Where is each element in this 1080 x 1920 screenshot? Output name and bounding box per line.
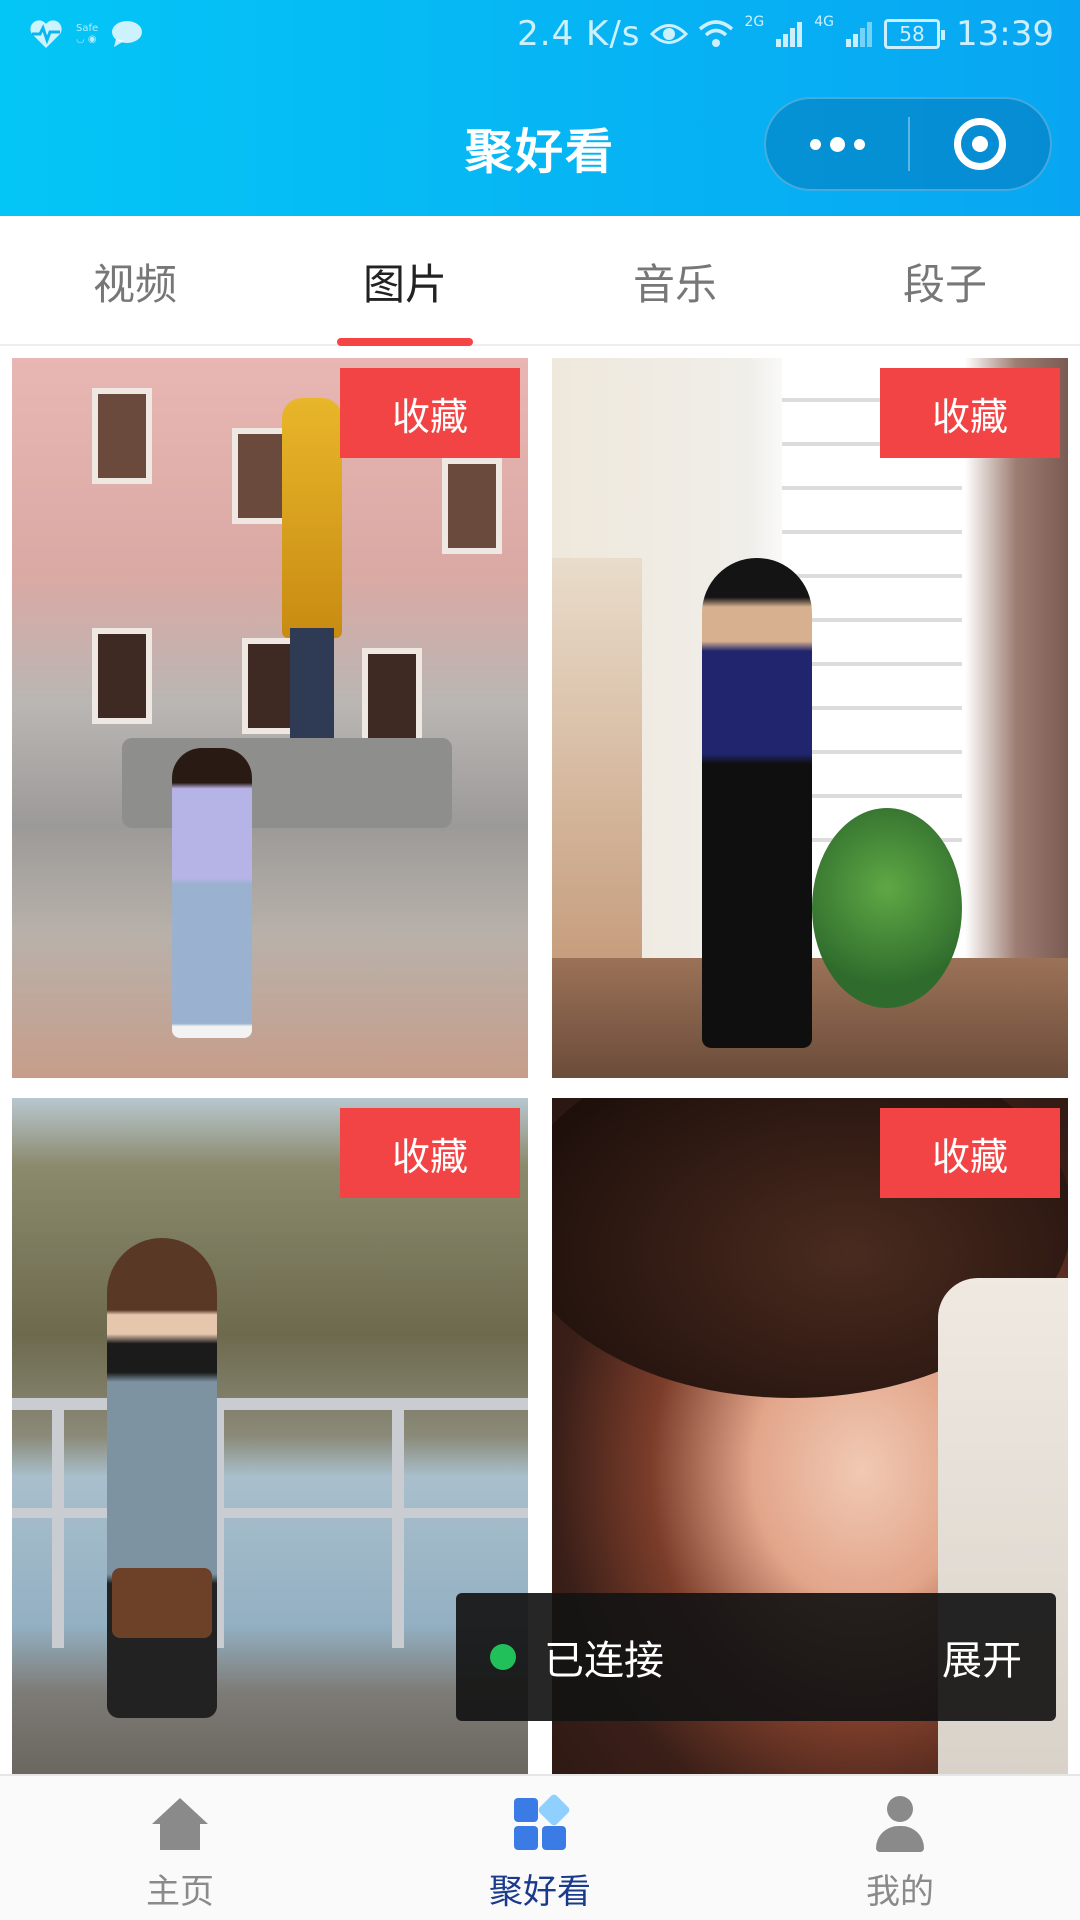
photo-woman-by-white-wall <box>552 358 1068 1078</box>
favorite-button[interactable]: 收藏 <box>340 368 520 458</box>
connection-status-text: 已连接 <box>544 1638 664 1684</box>
app-header: Safe ◡ ◉ 2.4 K/s 2G 4G 58 13:39 聚好看 <box>0 0 1080 216</box>
miniprogram-capsule <box>764 97 1052 191</box>
expand-button[interactable]: 展开 <box>942 1628 1022 1686</box>
more-dot-icon <box>829 136 845 152</box>
safe-text: Safe <box>76 23 99 34</box>
target-close-icon <box>954 118 1006 170</box>
signal-icon-2 <box>846 22 873 47</box>
favorite-button[interactable]: 收藏 <box>340 1108 520 1198</box>
tab-video[interactable]: 视频 <box>0 216 270 346</box>
chat-bubble-icon <box>112 21 143 47</box>
status-left-icons: Safe ◡ ◉ <box>28 18 144 50</box>
connection-toast: 已连接 展开 <box>456 1593 1056 1721</box>
signal-icon <box>776 22 803 47</box>
tabbar-label: 我的 <box>866 1872 934 1912</box>
category-tabs: 视频 图片 音乐 段子 <box>0 216 1080 346</box>
tab-music[interactable]: 音乐 <box>540 216 810 346</box>
profile-icon <box>870 1794 930 1854</box>
battery-icon: 58 <box>884 19 946 49</box>
tabbar-label: 聚好看 <box>489 1872 591 1912</box>
status-bar: Safe ◡ ◉ 2.4 K/s 2G 4G 58 13:39 <box>0 0 1080 74</box>
network-4g-label: 4G <box>814 14 835 30</box>
image-grid: 收藏 收藏 收藏 收藏 <box>0 346 1080 1774</box>
grid-icon <box>510 1793 571 1854</box>
connected-status-dot-icon <box>490 1644 516 1670</box>
network-2g-label: 2G <box>744 14 765 30</box>
tabbar-item-home[interactable]: 主页 <box>0 1776 360 1920</box>
photo-woman-by-fountain <box>12 358 528 1078</box>
image-card[interactable]: 收藏 <box>552 358 1068 1078</box>
tab-jokes[interactable]: 段子 <box>810 216 1080 346</box>
clock: 13:39 <box>956 14 1054 54</box>
heartbeat-icon <box>30 20 62 48</box>
network-speed: 2.4 K/s <box>517 14 641 54</box>
tabbar-item-me[interactable]: 我的 <box>720 1776 1080 1920</box>
more-dot-icon <box>809 138 821 150</box>
tab-label: 段子 <box>902 259 987 309</box>
tab-label: 图片 <box>362 259 447 309</box>
favorite-button[interactable]: 收藏 <box>880 1108 1060 1198</box>
tab-label: 音乐 <box>632 259 717 309</box>
tabbar-label: 主页 <box>146 1872 214 1912</box>
photo-woman-by-lake <box>12 1098 528 1774</box>
close-button[interactable] <box>910 99 1050 189</box>
favorite-button[interactable]: 收藏 <box>880 368 1060 458</box>
more-button[interactable] <box>766 99 908 189</box>
image-card[interactable]: 收藏 <box>12 358 528 1078</box>
image-card[interactable]: 收藏 <box>12 1098 528 1774</box>
tabbar-item-juhaokan[interactable]: 聚好看 <box>360 1776 720 1920</box>
battery-level: 58 <box>899 22 925 46</box>
eye-icon <box>650 24 689 44</box>
tab-pictures[interactable]: 图片 <box>270 216 540 346</box>
home-icon <box>150 1794 210 1854</box>
active-tab-indicator <box>337 338 473 346</box>
bottom-tab-bar: 主页 聚好看 我的 <box>0 1774 1080 1920</box>
safe-icon: Safe ◡ ◉ <box>76 23 99 45</box>
more-dot-icon <box>853 138 865 150</box>
status-right: 2.4 K/s 2G 4G 58 13:39 <box>517 14 1054 54</box>
tab-label: 视频 <box>92 259 177 309</box>
wifi-icon <box>699 20 734 47</box>
